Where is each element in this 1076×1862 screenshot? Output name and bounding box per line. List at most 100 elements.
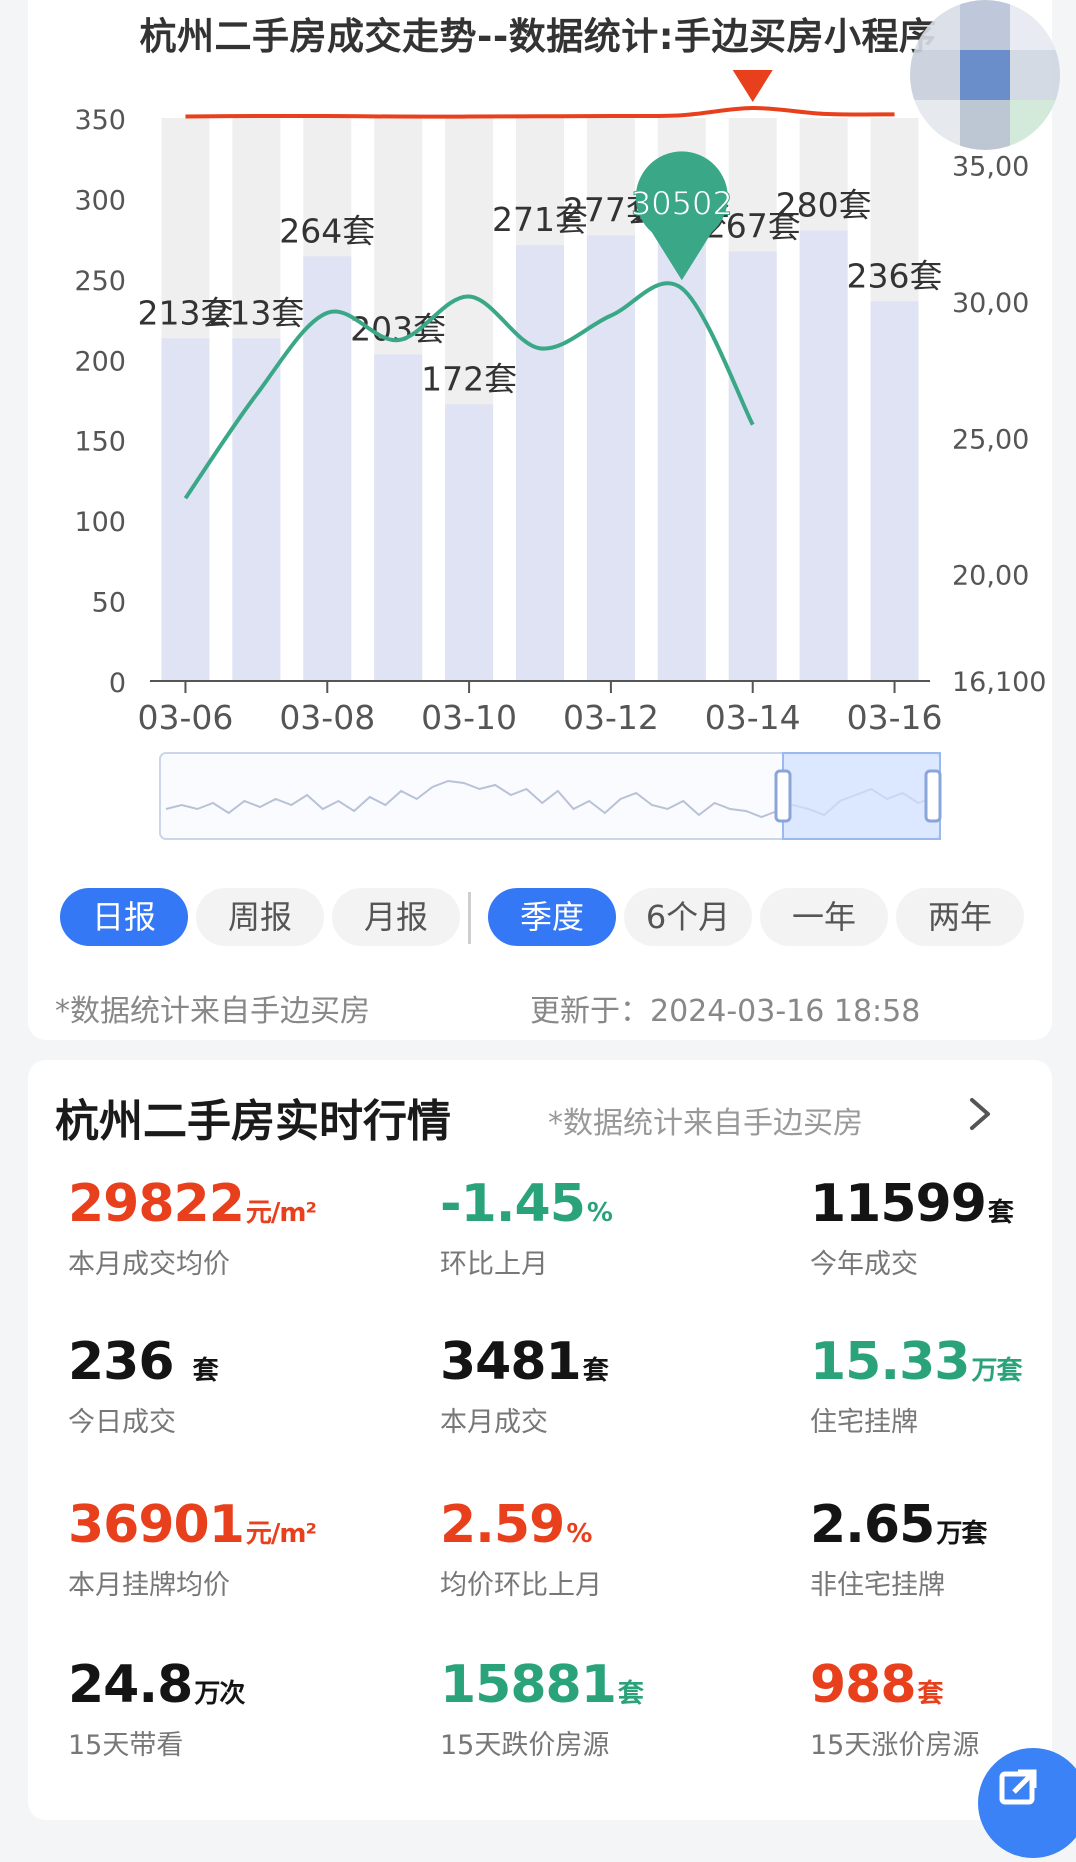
stat-label: 今年成交 [810, 1249, 918, 1280]
right-axis-tick: 35,00 [952, 152, 1029, 183]
zoom-window [782, 752, 941, 840]
stat-unit: 元/m² [245, 1519, 317, 1549]
bar-value-label: 213套 [208, 293, 304, 332]
stat-label: 住宅挂牌 [810, 1407, 918, 1438]
trade-trend-chart[interactable]: 213套213套264套203套172套271套277套277套267套280套… [0, 70, 1076, 870]
stat-label: 15天带看 [68, 1730, 184, 1761]
max-deal-marker-label: 30502 [631, 184, 733, 222]
stat-unit: 万套 [971, 1356, 1022, 1386]
pill-6month[interactable]: 6个月 [624, 888, 752, 946]
chevron-right-icon[interactable] [960, 1094, 1000, 1134]
pill-weekly[interactable]: 周报 [196, 888, 324, 946]
market-stat: 24.8万次 15天带看 [68, 1655, 245, 1762]
x-axis-tick-label: 03-08 [279, 698, 375, 737]
stat-label: 15天跌价房源 [440, 1730, 610, 1761]
stat-value: 2.59% [440, 1495, 602, 1555]
zoom-handle-right [924, 769, 942, 823]
bar-value-label: 172套 [421, 359, 517, 398]
market-title: 杭州二手房实时行情 [55, 1096, 451, 1147]
stat-unit: 套 [582, 1356, 609, 1386]
stat-value: 3481套 [440, 1332, 609, 1392]
stat-unit: % [586, 1198, 613, 1228]
stat-number: 2.65 [810, 1495, 935, 1555]
stat-number: 11599 [810, 1174, 987, 1234]
stat-label: 本月成交均价 [68, 1249, 230, 1280]
stat-value: 15881套 [440, 1655, 644, 1715]
stat-value: 36901元/m² [68, 1495, 317, 1555]
bar [799, 230, 848, 681]
market-stat: 3481套本月成交 [440, 1332, 609, 1439]
pill-daily[interactable]: 日报 [60, 888, 188, 946]
stat-value: 11599套 [810, 1174, 1014, 1234]
share-button[interactable] [978, 1748, 1076, 1858]
bar-value-label: 236套 [847, 256, 943, 295]
stat-number: 3481 [440, 1332, 582, 1392]
right-axis-tick: 25,00 [952, 424, 1029, 455]
bar [374, 354, 423, 681]
update-time: 更新于：2024-03-16 18:58 [530, 994, 921, 1029]
stat-number: -1.45 [440, 1174, 586, 1234]
right-axis-tick: 30,00 [952, 288, 1029, 319]
market-stat: 236 套今日成交 [68, 1332, 219, 1439]
stat-unit: 套 [987, 1198, 1014, 1228]
left-axis-tick: 50 [92, 588, 126, 619]
stat-number: 988 [810, 1655, 917, 1715]
bar [516, 245, 564, 681]
stat-number: 29822 [68, 1174, 245, 1234]
bar [728, 251, 777, 682]
pill-separator [468, 892, 471, 944]
right-axis-tick: 16,100 [952, 667, 1046, 698]
left-axis-tick: 300 [74, 185, 126, 216]
left-axis-tick: 0 [109, 668, 126, 699]
stat-number: 24.8 [68, 1655, 193, 1715]
x-axis-tick-label: 03-16 [847, 698, 943, 737]
market-stat: 29822元/m² 本月成交均价 [68, 1174, 317, 1281]
bar [303, 256, 352, 681]
left-axis-tick: 350 [74, 105, 126, 136]
stat-unit: 套 [617, 1679, 644, 1709]
bar [161, 338, 210, 681]
market-stat: 15.33万套住宅挂牌 [810, 1332, 1023, 1439]
stat-number: 2.59 [440, 1495, 565, 1555]
stat-unit: 万次 [194, 1679, 245, 1709]
stat-unit: 套 [917, 1679, 944, 1709]
stat-number: 15.33 [810, 1332, 970, 1392]
stat-label: 均价环比上月 [440, 1570, 602, 1601]
market-stat: 36901元/m² 本月挂牌均价 [68, 1495, 317, 1602]
market-source-note: *数据统计来自手边买房 [548, 1106, 863, 1141]
stat-unit: 万套 [936, 1519, 987, 1549]
stat-unit: 套 [192, 1356, 219, 1386]
pill-1year[interactable]: 一年 [760, 888, 888, 946]
stat-value: 236 套 [68, 1332, 219, 1392]
bar [870, 301, 919, 681]
stat-unit: 元/m² [245, 1198, 317, 1228]
bar [445, 404, 494, 681]
listing-price-line [185, 105, 895, 119]
market-stat: 2.59% 均价环比上月 [440, 1495, 602, 1602]
stat-value: 988套 [810, 1655, 979, 1715]
market-stat: 988套 15天涨价房源 [810, 1655, 979, 1762]
left-axis-tick: 100 [74, 507, 126, 538]
stat-label: 本月成交 [440, 1407, 548, 1438]
market-stat: -1.45% 环比上月 [440, 1174, 613, 1281]
bar-value-label: 264套 [279, 211, 375, 250]
bar-value-label: 280套 [776, 186, 872, 225]
bar [586, 235, 635, 681]
right-axis-tick: 20,00 [952, 561, 1029, 592]
pill-monthly[interactable]: 月报 [332, 888, 460, 946]
stat-unit: % [566, 1519, 592, 1549]
stat-value: 29822元/m² [68, 1174, 317, 1234]
stat-value: 24.8万次 [68, 1655, 245, 1715]
stat-label: 环比上月 [440, 1249, 548, 1280]
stat-label: 今日成交 [68, 1407, 176, 1438]
stat-number: 36901 [68, 1495, 245, 1555]
x-axis-tick-label: 03-10 [421, 698, 517, 737]
stat-number: 15881 [440, 1655, 617, 1715]
stat-value: 2.65万套 [810, 1495, 987, 1555]
stat-number: 236 [68, 1332, 191, 1392]
pill-2year[interactable]: 两年 [896, 888, 1024, 946]
market-stat: 2.65万套 非住宅挂牌 [810, 1495, 987, 1602]
zoom-handle-left [774, 769, 792, 823]
pill-quarter[interactable]: 季度 [488, 888, 616, 946]
market-stat: 11599套今年成交 [810, 1174, 1014, 1281]
